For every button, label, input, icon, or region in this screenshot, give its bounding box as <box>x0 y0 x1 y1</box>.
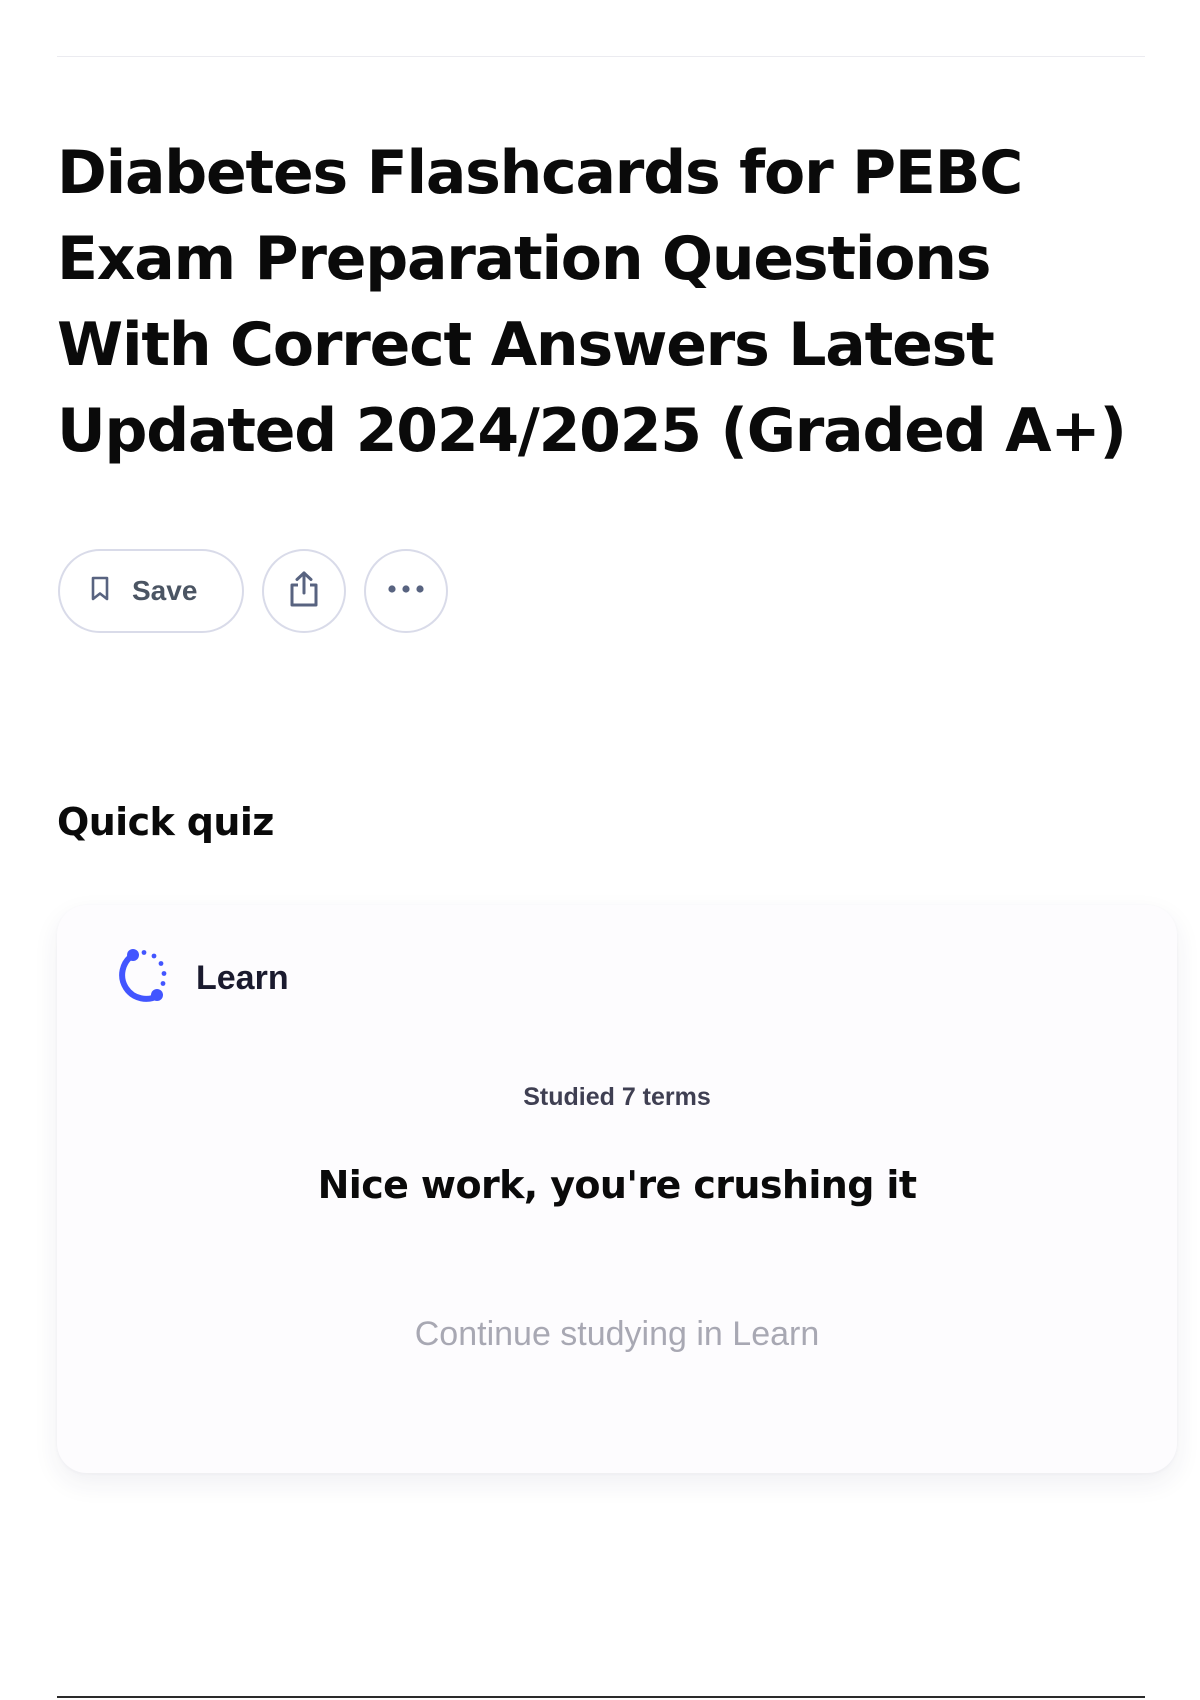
studied-terms-text: Studied 7 terms <box>523 1083 711 1111</box>
share-button[interactable] <box>262 549 346 633</box>
bookmark-icon <box>90 576 110 607</box>
learn-icon <box>112 945 174 1012</box>
save-button[interactable]: Save <box>58 549 244 633</box>
bottom-divider <box>57 1696 1145 1698</box>
quick-quiz-card: Learn Studied 7 terms Nice work, you're … <box>57 905 1177 1473</box>
more-options-button[interactable] <box>364 549 448 633</box>
page: Diabetes Flashcards for PEBC Exam Prepar… <box>0 0 1200 1700</box>
set-title: Diabetes Flashcards for PEBC Exam Prepar… <box>57 138 1127 466</box>
progress-message: Nice work, you're crushing it <box>317 1163 917 1207</box>
top-divider <box>57 56 1145 57</box>
more-options-icon <box>386 582 426 600</box>
learn-mode-header: Learn <box>112 945 289 1012</box>
continue-learn-link[interactable]: Continue studying in Learn <box>57 1315 1177 1354</box>
share-icon <box>286 569 322 614</box>
learn-mode-label: Learn <box>196 959 289 997</box>
action-bar: Save <box>58 549 448 633</box>
quick-quiz-heading: Quick quiz <box>57 800 274 844</box>
save-button-label: Save <box>132 575 198 606</box>
